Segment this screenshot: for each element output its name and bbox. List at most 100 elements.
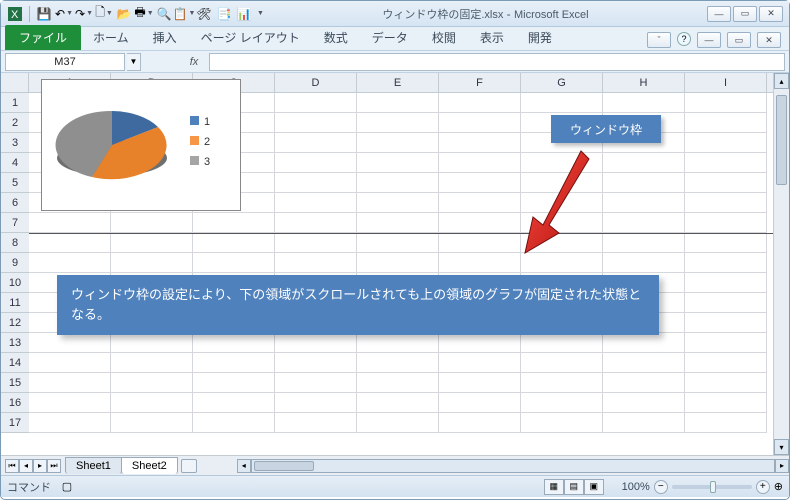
row-header[interactable]: 11 bbox=[1, 293, 29, 313]
cell[interactable] bbox=[357, 253, 439, 273]
cell[interactable] bbox=[193, 393, 275, 413]
cell[interactable] bbox=[29, 393, 111, 413]
pagelayout-view-button[interactable]: ▤ bbox=[564, 479, 584, 495]
cell[interactable] bbox=[685, 233, 767, 253]
cell[interactable] bbox=[275, 93, 357, 113]
cell[interactable] bbox=[357, 353, 439, 373]
cell[interactable] bbox=[685, 113, 767, 133]
cell[interactable] bbox=[439, 393, 521, 413]
grid[interactable]: ABCDEFGHI 1 2 3 ウィンドウ枠 bbox=[29, 73, 773, 455]
column-header[interactable]: G bbox=[521, 73, 603, 92]
cancel-formula-icon[interactable] bbox=[163, 53, 181, 71]
cell[interactable] bbox=[357, 233, 439, 253]
cell[interactable] bbox=[685, 253, 767, 273]
tab-last-button[interactable]: ⏭ bbox=[47, 459, 61, 473]
zoom-value[interactable]: 100% bbox=[610, 481, 650, 493]
sheet-tab-sheet2[interactable]: Sheet2 bbox=[121, 457, 178, 474]
cell[interactable] bbox=[29, 413, 111, 433]
column-header[interactable]: I bbox=[685, 73, 767, 92]
cell[interactable] bbox=[439, 173, 521, 193]
undo-icon[interactable]: ↶▼ bbox=[56, 6, 72, 22]
cell[interactable] bbox=[275, 153, 357, 173]
cell[interactable] bbox=[685, 413, 767, 433]
row-header[interactable]: 15 bbox=[1, 373, 29, 393]
cell[interactable] bbox=[357, 393, 439, 413]
cell[interactable] bbox=[275, 213, 357, 233]
cell[interactable] bbox=[111, 353, 193, 373]
cell[interactable] bbox=[275, 393, 357, 413]
cell[interactable] bbox=[685, 353, 767, 373]
cell[interactable] bbox=[603, 333, 685, 353]
file-tab[interactable]: ファイル bbox=[5, 25, 81, 50]
cell[interactable] bbox=[357, 93, 439, 113]
cell[interactable] bbox=[275, 173, 357, 193]
cell[interactable] bbox=[439, 133, 521, 153]
cell[interactable] bbox=[521, 393, 603, 413]
row-header[interactable]: 7 bbox=[1, 213, 29, 233]
cell[interactable] bbox=[603, 253, 685, 273]
zoom-slider[interactable] bbox=[672, 485, 752, 489]
cell[interactable] bbox=[275, 193, 357, 213]
ribbon-tab-insert[interactable]: 挿入 bbox=[141, 25, 189, 50]
new-sheet-button[interactable] bbox=[181, 459, 197, 473]
new-icon[interactable]: 🗋▼ bbox=[96, 6, 112, 22]
cell[interactable] bbox=[193, 353, 275, 373]
close-button[interactable]: ✕ bbox=[759, 6, 783, 22]
tool1-icon[interactable]: 🛠 bbox=[196, 6, 212, 22]
cell[interactable] bbox=[357, 133, 439, 153]
cell[interactable] bbox=[357, 373, 439, 393]
cell[interactable] bbox=[29, 333, 111, 353]
tool3-icon[interactable]: 📊 bbox=[236, 6, 252, 22]
row-header[interactable]: 16 bbox=[1, 393, 29, 413]
scroll-up-button[interactable]: ▴ bbox=[774, 73, 789, 89]
row-header[interactable]: 10 bbox=[1, 273, 29, 293]
cell[interactable] bbox=[439, 233, 521, 253]
cell[interactable] bbox=[521, 373, 603, 393]
cell[interactable] bbox=[439, 213, 521, 233]
cell[interactable] bbox=[357, 333, 439, 353]
row-header[interactable]: 6 bbox=[1, 193, 29, 213]
cell[interactable] bbox=[603, 213, 685, 233]
cell[interactable] bbox=[439, 193, 521, 213]
cell[interactable] bbox=[439, 353, 521, 373]
cell[interactable] bbox=[29, 353, 111, 373]
row-header[interactable]: 14 bbox=[1, 353, 29, 373]
doc-restore-button[interactable]: ▭ bbox=[727, 32, 751, 48]
cell[interactable] bbox=[29, 213, 111, 233]
cell[interactable] bbox=[439, 253, 521, 273]
cell[interactable] bbox=[685, 293, 767, 313]
cell[interactable] bbox=[521, 333, 603, 353]
cell[interactable] bbox=[521, 93, 603, 113]
cell[interactable] bbox=[603, 173, 685, 193]
form-icon[interactable]: 📋▼ bbox=[176, 6, 192, 22]
name-box[interactable]: M37 bbox=[5, 53, 125, 71]
cell[interactable] bbox=[439, 93, 521, 113]
cell[interactable] bbox=[357, 173, 439, 193]
pagebreak-view-button[interactable]: ▣ bbox=[584, 479, 604, 495]
row-header[interactable]: 9 bbox=[1, 253, 29, 273]
ribbon-tab-view[interactable]: 表示 bbox=[468, 25, 516, 50]
cell[interactable] bbox=[603, 93, 685, 113]
cell[interactable] bbox=[275, 373, 357, 393]
cell[interactable] bbox=[193, 213, 275, 233]
cell[interactable] bbox=[685, 313, 767, 333]
fx-icon[interactable]: fx bbox=[185, 53, 203, 71]
cell[interactable] bbox=[357, 413, 439, 433]
vertical-scrollbar[interactable]: ▴ ▾ bbox=[773, 73, 789, 455]
cell[interactable] bbox=[111, 393, 193, 413]
vscroll-thumb[interactable] bbox=[776, 95, 787, 185]
scroll-down-button[interactable]: ▾ bbox=[774, 439, 789, 455]
save-icon[interactable]: 💾 bbox=[36, 6, 52, 22]
doc-minimize-button[interactable]: — bbox=[697, 32, 721, 48]
cell[interactable] bbox=[521, 413, 603, 433]
row-header[interactable]: 12 bbox=[1, 313, 29, 333]
cell[interactable] bbox=[275, 353, 357, 373]
formula-bar[interactable] bbox=[209, 53, 785, 71]
minimize-button[interactable]: — bbox=[707, 6, 731, 22]
ribbon-tab-review[interactable]: 校閲 bbox=[420, 25, 468, 50]
sheet-tab-sheet1[interactable]: Sheet1 bbox=[65, 457, 122, 474]
cell[interactable] bbox=[193, 413, 275, 433]
row-header[interactable]: 3 bbox=[1, 133, 29, 153]
open-icon[interactable]: 📂 bbox=[116, 6, 132, 22]
redo-icon[interactable]: ↷▼ bbox=[76, 6, 92, 22]
